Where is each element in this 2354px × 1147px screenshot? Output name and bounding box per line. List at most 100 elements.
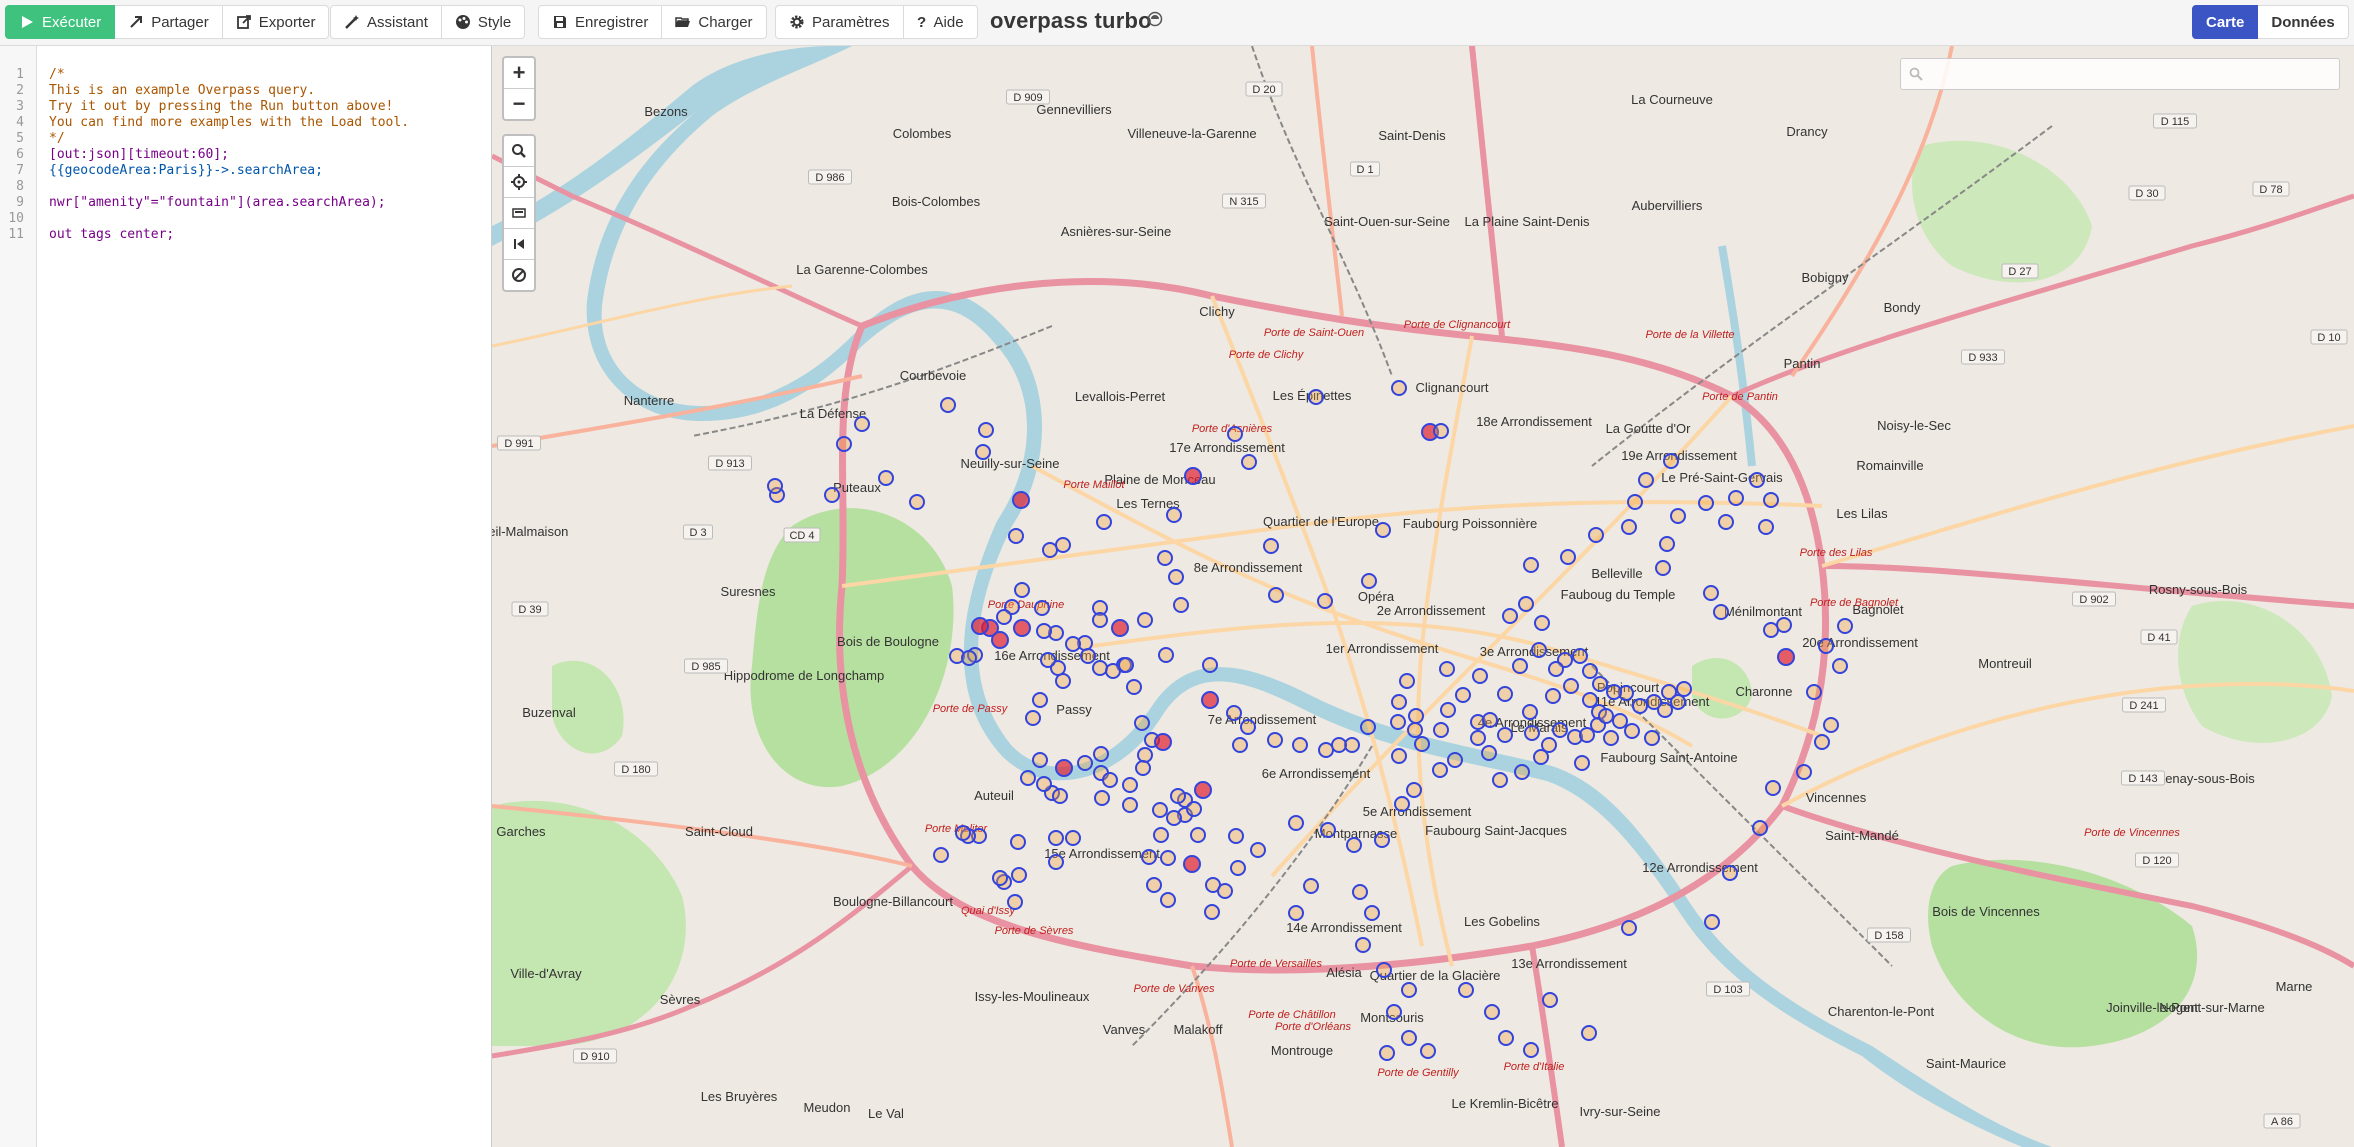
fountain-marker[interactable] <box>1818 638 1834 654</box>
fountain-marker[interactable] <box>1232 737 1248 753</box>
fountain-marker[interactable] <box>1227 426 1243 442</box>
fountain-marker[interactable] <box>1055 759 1073 777</box>
fountain-marker[interactable] <box>1020 770 1036 786</box>
fountain-marker[interactable] <box>1135 760 1151 776</box>
fountain-marker[interactable] <box>1502 608 1518 624</box>
settings-button[interactable]: Paramètres <box>775 5 904 39</box>
fountain-marker[interactable] <box>1722 865 1738 881</box>
map-search-input[interactable] <box>1900 58 2340 90</box>
fountain-marker[interactable] <box>1433 423 1449 439</box>
fountain-marker[interactable] <box>1523 1042 1539 1058</box>
fountain-marker[interactable] <box>1598 708 1614 724</box>
fountain-marker[interactable] <box>1661 684 1677 700</box>
fountain-marker[interactable] <box>1230 860 1246 876</box>
fountain-marker[interactable] <box>1713 604 1729 620</box>
fountain-marker[interactable] <box>1391 694 1407 710</box>
fountain-marker[interactable] <box>1545 688 1561 704</box>
fountain-marker[interactable] <box>1160 892 1176 908</box>
fountain-marker[interactable] <box>1523 557 1539 573</box>
fountain-marker[interactable] <box>1676 681 1692 697</box>
fountain-marker[interactable] <box>1832 658 1848 674</box>
fountain-marker[interactable] <box>940 397 956 413</box>
fountain-marker[interactable] <box>1592 676 1608 692</box>
fountain-marker[interactable] <box>1512 658 1528 674</box>
fountain-marker[interactable] <box>1146 877 1162 893</box>
fountain-marker[interactable] <box>1157 550 1173 566</box>
fountain-marker[interactable] <box>1170 788 1186 804</box>
tab-map[interactable]: Carte <box>2192 5 2259 39</box>
fountain-marker[interactable] <box>1361 573 1377 589</box>
fountain-marker[interactable] <box>1080 648 1096 664</box>
fountain-marker[interactable] <box>1763 492 1779 508</box>
fountain-marker[interactable] <box>1344 737 1360 753</box>
fountain-marker[interactable] <box>1542 992 1558 1008</box>
fountain-marker[interactable] <box>1447 752 1463 768</box>
fountain-marker[interactable] <box>1806 684 1822 700</box>
fountain-marker[interactable] <box>1168 569 1184 585</box>
zoom-in-button[interactable]: + <box>504 58 534 88</box>
fountain-marker[interactable] <box>1288 815 1304 831</box>
fountain-marker[interactable] <box>1492 772 1508 788</box>
fountain-marker[interactable] <box>1331 737 1347 753</box>
fountain-marker[interactable] <box>878 470 894 486</box>
fountain-marker[interactable] <box>1581 1025 1597 1041</box>
fountain-marker[interactable] <box>1065 830 1081 846</box>
fountain-marker[interactable] <box>1226 705 1242 721</box>
fountain-marker[interactable] <box>1010 834 1026 850</box>
fountain-marker[interactable] <box>1102 772 1118 788</box>
fountain-marker[interactable] <box>1036 623 1052 639</box>
fountain-marker[interactable] <box>1308 389 1324 405</box>
fountain-marker[interactable] <box>1183 855 1201 873</box>
fountain-marker[interactable] <box>1094 790 1110 806</box>
code-line[interactable]: out tags center; <box>49 227 174 243</box>
fountain-marker[interactable] <box>1440 702 1456 718</box>
fountain-marker[interactable] <box>1096 514 1112 530</box>
share-button[interactable]: Partager <box>115 5 223 39</box>
fountain-marker[interactable] <box>1472 668 1488 684</box>
fountain-marker[interactable] <box>1158 647 1174 663</box>
fountain-marker[interactable] <box>1606 684 1622 700</box>
code-line[interactable]: {{geocodeArea:Paris}}->.searchArea; <box>49 163 323 179</box>
fountain-marker[interactable] <box>1414 736 1430 752</box>
fountain-marker[interactable] <box>1624 723 1640 739</box>
fountain-marker[interactable] <box>1548 661 1564 677</box>
code-line[interactable]: This is an example Overpass query. <box>49 83 315 99</box>
fountain-marker[interactable] <box>1391 380 1407 396</box>
fountain-marker[interactable] <box>1458 982 1474 998</box>
fountain-marker[interactable] <box>1042 542 1058 558</box>
clear-data-button[interactable] <box>504 259 534 290</box>
fountain-marker[interactable] <box>1093 746 1109 762</box>
fountain-marker[interactable] <box>1122 797 1138 813</box>
fountain-marker[interactable] <box>1134 715 1150 731</box>
fountain-marker[interactable] <box>1632 698 1648 714</box>
fountain-marker[interactable] <box>824 487 840 503</box>
fountain-marker[interactable] <box>1186 801 1202 817</box>
wizard-button[interactable]: Assistant <box>330 5 442 39</box>
fountain-marker[interactable] <box>1118 657 1134 673</box>
code-line[interactable]: nwr["amenity"="fountain"](area.searchAre… <box>49 195 386 211</box>
fountain-marker[interactable] <box>1122 777 1138 793</box>
fountain-marker[interactable] <box>1401 982 1417 998</box>
fountain-marker[interactable] <box>1055 673 1071 689</box>
fountain-marker[interactable] <box>991 631 1009 649</box>
fountain-marker[interactable] <box>1582 692 1598 708</box>
fountain-marker[interactable] <box>1524 725 1540 741</box>
fountain-marker[interactable] <box>1582 663 1598 679</box>
code-line[interactable]: Try it out by pressing the Run button ab… <box>49 99 393 115</box>
fountain-marker[interactable] <box>1481 745 1497 761</box>
fountain-marker[interactable] <box>1776 617 1792 633</box>
fountain-marker[interactable] <box>1217 883 1233 899</box>
fountain-marker[interactable] <box>1796 764 1812 780</box>
fountain-marker[interactable] <box>1012 491 1030 509</box>
fountain-marker[interactable] <box>1698 495 1714 511</box>
fountain-marker[interactable] <box>1728 490 1744 506</box>
fountain-marker[interactable] <box>1173 597 1189 613</box>
fountain-marker[interactable] <box>1154 733 1172 751</box>
fountain-marker[interactable] <box>1025 710 1041 726</box>
fountain-marker[interactable] <box>1433 722 1449 738</box>
fountain-marker[interactable] <box>1032 692 1048 708</box>
fountain-marker[interactable] <box>1376 962 1392 978</box>
fountain-marker[interactable] <box>1627 494 1643 510</box>
fountain-marker[interactable] <box>1077 755 1093 771</box>
fountain-marker[interactable] <box>1092 660 1108 676</box>
